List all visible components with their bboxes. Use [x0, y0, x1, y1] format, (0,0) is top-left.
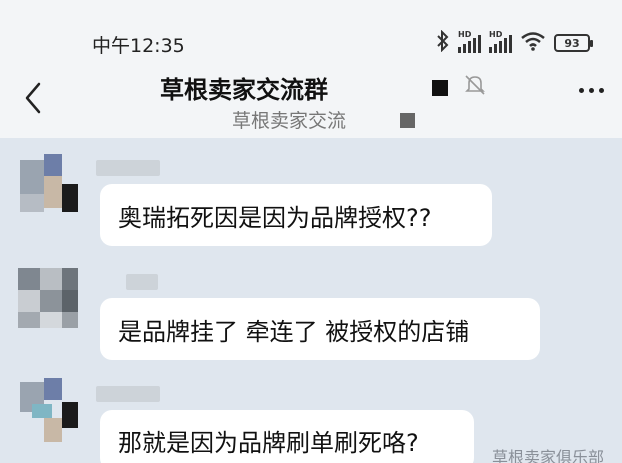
- status-time: 中午12:35: [92, 35, 185, 57]
- avatar[interactable]: [14, 150, 78, 214]
- redaction-block: [432, 80, 448, 96]
- sender-name: [126, 274, 158, 290]
- back-button[interactable]: [18, 80, 48, 116]
- hd-signal-icon: HD: [489, 30, 512, 53]
- sender-name: [96, 386, 160, 402]
- message-bubble[interactable]: 是品牌挂了 牵连了 被授权的店铺: [100, 298, 540, 360]
- status-bar: 中午12:35 HD HD 93: [0, 28, 622, 60]
- chat-area: 奥瑞拓死因是因为品牌授权?? 是品牌挂了 牵连了 被授权的店铺 那就是因为品牌刷…: [0, 138, 622, 463]
- avatar[interactable]: [18, 264, 82, 328]
- top-bar: 中午12:35 HD HD 93 草根卖家交流群 草根卖家交流: [0, 0, 622, 138]
- chevron-left-icon: [25, 82, 41, 114]
- chat-title[interactable]: 草根卖家交流群: [160, 70, 328, 105]
- message-text: 奥瑞拓死因是因为品牌授权??: [118, 203, 432, 232]
- watermark: 草根卖家俱乐部: [492, 448, 605, 463]
- chat-subtitle: 草根卖家交流: [232, 110, 347, 132]
- message-text: 那就是因为品牌刷单刷死咯?: [118, 428, 419, 457]
- bluetooth-icon: [436, 29, 450, 56]
- message-text: 是品牌挂了 牵连了 被授权的店铺: [118, 317, 470, 346]
- redaction-block: [400, 113, 415, 128]
- more-button[interactable]: [579, 88, 604, 93]
- mute-bell-icon: [462, 72, 488, 98]
- sender-name: [96, 160, 160, 176]
- avatar[interactable]: [14, 378, 78, 442]
- more-dots-icon: [579, 88, 584, 93]
- battery-icon: 93: [554, 34, 593, 52]
- hd-signal-icon: HD: [458, 30, 481, 53]
- status-icons: HD HD 93: [436, 29, 593, 56]
- message-bubble[interactable]: 奥瑞拓死因是因为品牌授权??: [100, 184, 492, 246]
- wifi-icon: [520, 31, 546, 55]
- message-bubble[interactable]: 那就是因为品牌刷单刷死咯?: [100, 410, 474, 463]
